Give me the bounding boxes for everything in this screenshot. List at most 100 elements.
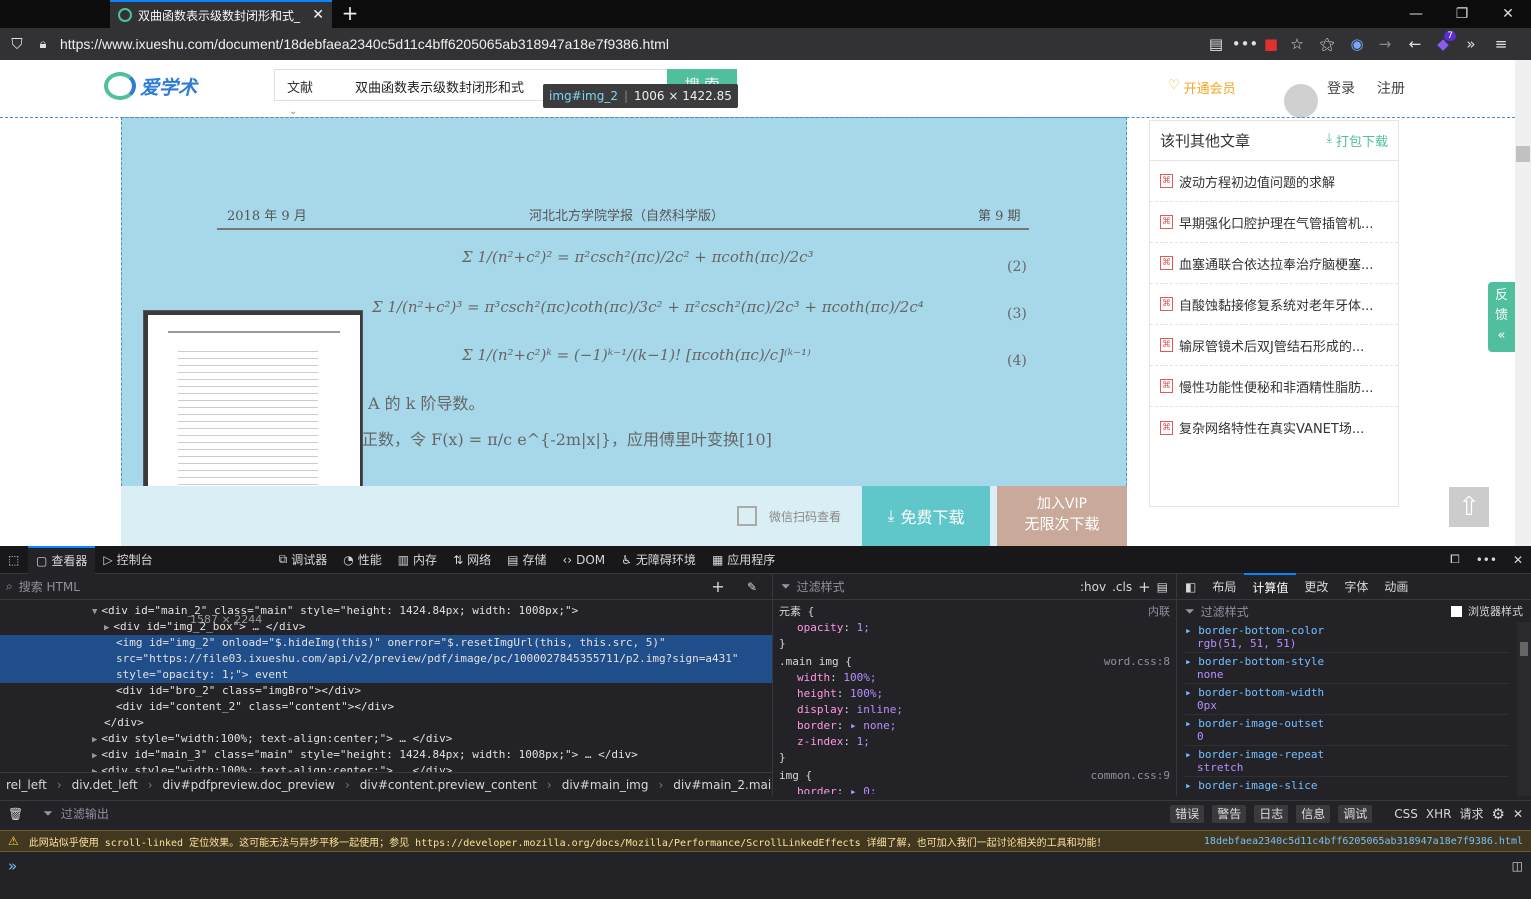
- page-actions-icon[interactable]: •••: [1232, 35, 1259, 53]
- browser-styles-checkbox[interactable]: [1451, 605, 1462, 617]
- library-icon[interactable]: ⚝: [1310, 35, 1344, 53]
- print-media-icon[interactable]: ▤: [1157, 580, 1168, 594]
- html-node-selected[interactable]: style="opacity: 1;"> event: [0, 667, 772, 683]
- html-search-input[interactable]: 搜索 HTML: [19, 578, 698, 595]
- console-filter-input[interactable]: 过滤输出: [61, 805, 1162, 822]
- browser-tab[interactable]: 双曲函数表示级数封闭形和式_ ✕: [110, 0, 332, 28]
- computed-property[interactable]: ▸ border-bottom-width 0px: [1185, 684, 1509, 715]
- rule-selector[interactable]: img {common.css:9: [779, 768, 1170, 784]
- list-item[interactable]: ⌘ 自酸蚀黏接修复系统对老年牙体...: [1150, 284, 1398, 325]
- computed-scrollbar[interactable]: [1517, 622, 1531, 796]
- breadcrumb-item[interactable]: div#main_img: [562, 778, 649, 792]
- filter-css-button[interactable]: CSS: [1394, 807, 1418, 821]
- split-editor-icon[interactable]: ◫: [1512, 859, 1523, 873]
- list-item[interactable]: ⌘ 输尿管镜术后双J管结石形成的...: [1150, 325, 1398, 366]
- url-bar[interactable]: https://www.ixueshu.com/document/18debfa…: [60, 36, 1200, 52]
- tab-computed[interactable]: 计算值: [1244, 572, 1297, 601]
- html-node[interactable]: <div id="bro_2" class="imgBro"></div>: [0, 683, 772, 699]
- list-item[interactable]: ⌘ 早期强化口腔护理在气管插管机...: [1150, 202, 1398, 243]
- overflow-menu-icon[interactable]: »: [1456, 35, 1486, 53]
- html-node-selected[interactable]: <img id="img_2" onload="$.hideImg(this)"…: [0, 635, 772, 651]
- breadcrumb-item[interactable]: div.det_left: [72, 778, 138, 792]
- computed-property[interactable]: ▸ border-image-slice: [1185, 777, 1509, 794]
- free-download-button[interactable]: ⤓ 免费下载: [862, 486, 990, 546]
- extension-icon[interactable]: ◉: [1344, 35, 1370, 53]
- wechat-scan-label[interactable]: 微信扫码查看: [769, 508, 841, 525]
- page-scrollbar-thumb[interactable]: [1516, 146, 1530, 162]
- html-node[interactable]: ▼ <div id="main_2" class="main" style="he…: [0, 603, 772, 619]
- tab-performance[interactable]: ◔ 性能: [335, 546, 390, 574]
- feedback-tab[interactable]: 反 馈 «: [1488, 282, 1515, 352]
- filter-xhr-button[interactable]: XHR: [1426, 807, 1452, 821]
- devtools-menu-icon[interactable]: •••: [1468, 546, 1505, 574]
- tab-accessibility[interactable]: ♿︎ 无障碍环境: [613, 546, 704, 574]
- add-node-icon[interactable]: +: [704, 577, 732, 596]
- list-item[interactable]: ⌘ 血塞通联合依达拉奉治疗脑梗塞...: [1150, 243, 1398, 284]
- pack-download-link[interactable]: ⤓ 打包下载: [1326, 131, 1388, 150]
- html-node[interactable]: </div>: [0, 715, 772, 731]
- login-link[interactable]: 登录: [1327, 78, 1355, 98]
- hamburger-menu-icon[interactable]: ≡: [1486, 35, 1516, 53]
- tab-fonts[interactable]: 字体: [1336, 573, 1376, 601]
- rule-declaration[interactable]: opacity: 1;: [779, 620, 1170, 636]
- tab-dom[interactable]: ‹› DOM: [555, 546, 614, 574]
- sidebar-toggle-icon[interactable]: ◧: [1177, 573, 1204, 601]
- rule-declaration[interactable]: width: 100%;: [779, 670, 1170, 686]
- expand-arrow-icon[interactable]: ▶: [92, 767, 97, 772]
- rule-declaration[interactable]: z-index: 1;: [779, 734, 1170, 750]
- breadcrumb-item[interactable]: div#pdfpreview.doc_preview: [163, 778, 335, 792]
- trash-icon[interactable]: 🗑︎: [8, 807, 23, 821]
- addon-icon[interactable]: ◆ 7: [1430, 31, 1456, 53]
- rule-source-link[interactable]: word.css:8: [1104, 654, 1170, 670]
- html-node[interactable]: ▶ <div id="img_2_box"> … </div>: [0, 619, 772, 635]
- tab-memory[interactable]: ▥ 内存: [390, 546, 445, 574]
- tab-network[interactable]: ⇅ 网络: [445, 546, 499, 574]
- computed-property[interactable]: ▸ border-bottom-style none: [1185, 653, 1509, 684]
- tab-debugger[interactable]: ⧉ 调试器: [271, 546, 336, 574]
- filter-info-button[interactable]: 信息: [1296, 804, 1331, 823]
- expand-arrow-icon[interactable]: ▶: [92, 735, 97, 745]
- computed-property[interactable]: ▸ border-bottom-color rgb(51, 51, 51): [1185, 622, 1509, 653]
- restore-icon[interactable]: ❐: [1439, 0, 1485, 28]
- reader-view-icon[interactable]: ▤: [1200, 35, 1232, 53]
- computed-property[interactable]: ▸ border-image-outset 0: [1185, 715, 1509, 746]
- list-item[interactable]: ⌘ 波动方程初边值问题的求解: [1150, 161, 1398, 202]
- qr-icon[interactable]: [737, 506, 757, 526]
- register-link[interactable]: 注册: [1377, 78, 1405, 98]
- avatar[interactable]: [1284, 84, 1318, 118]
- back-icon[interactable]: ←: [1400, 35, 1430, 53]
- html-node[interactable]: ▶ <div style="width:100%; text-align:cent…: [0, 731, 772, 747]
- element-picker-icon[interactable]: ⬚: [0, 546, 28, 574]
- shield-icon[interactable]: ⛉: [0, 35, 34, 53]
- dock-icon[interactable]: ⧠: [1442, 546, 1468, 574]
- chevron-down-icon[interactable]: ⌄: [289, 106, 297, 117]
- html-node[interactable]: ▶ <div id="main_3" class="main" style="he…: [0, 747, 772, 763]
- rule-selector[interactable]: .main img {word.css:8: [779, 654, 1170, 670]
- rule-declaration[interactable]: border: ▸ none;: [779, 718, 1170, 734]
- tab-animations[interactable]: 动画: [1376, 573, 1416, 601]
- search-type-select[interactable]: 文献: [287, 77, 313, 96]
- tab-changes[interactable]: 更改: [1296, 573, 1336, 601]
- list-item[interactable]: ⌘ 复杂网络特性在真实VANET场...: [1150, 407, 1398, 448]
- rule-source-link[interactable]: 内联: [1148, 604, 1170, 620]
- vip-link[interactable]: ♡ 开通会员: [1168, 78, 1236, 97]
- console-input[interactable]: » ◫: [0, 854, 1531, 878]
- hov-toggle[interactable]: :hov: [1080, 580, 1106, 594]
- filter-debug-button[interactable]: 调试: [1338, 804, 1373, 823]
- tab-inspector[interactable]: ▢ 查看器: [28, 545, 96, 574]
- rule-source-link[interactable]: common.css:9: [1091, 768, 1170, 784]
- styles-filter-input[interactable]: 过滤样式: [797, 578, 1074, 595]
- gear-icon[interactable]: ⚙: [1491, 805, 1504, 823]
- rule-declaration[interactable]: height: 100%;: [779, 686, 1170, 702]
- breadcrumb-item[interactable]: rel_left: [6, 778, 47, 792]
- rule-selector[interactable]: 元素 {内联: [779, 604, 1170, 620]
- close-window-icon[interactable]: ✕: [1485, 0, 1531, 28]
- tab-console[interactable]: ▷ 控制台: [95, 546, 160, 574]
- html-node-selected[interactable]: src="https://file03.ixueshu.com/api/v2/p…: [0, 651, 772, 667]
- filter-requests-button[interactable]: 请求: [1459, 805, 1483, 822]
- close-split-console-icon[interactable]: ✕: [1513, 807, 1523, 821]
- tab-application[interactable]: ▦ 应用程序: [704, 546, 783, 574]
- close-tab-icon[interactable]: ✕: [312, 7, 324, 23]
- filter-errors-button[interactable]: 错误: [1170, 804, 1205, 823]
- tab-storage[interactable]: ▤ 存储: [499, 546, 554, 574]
